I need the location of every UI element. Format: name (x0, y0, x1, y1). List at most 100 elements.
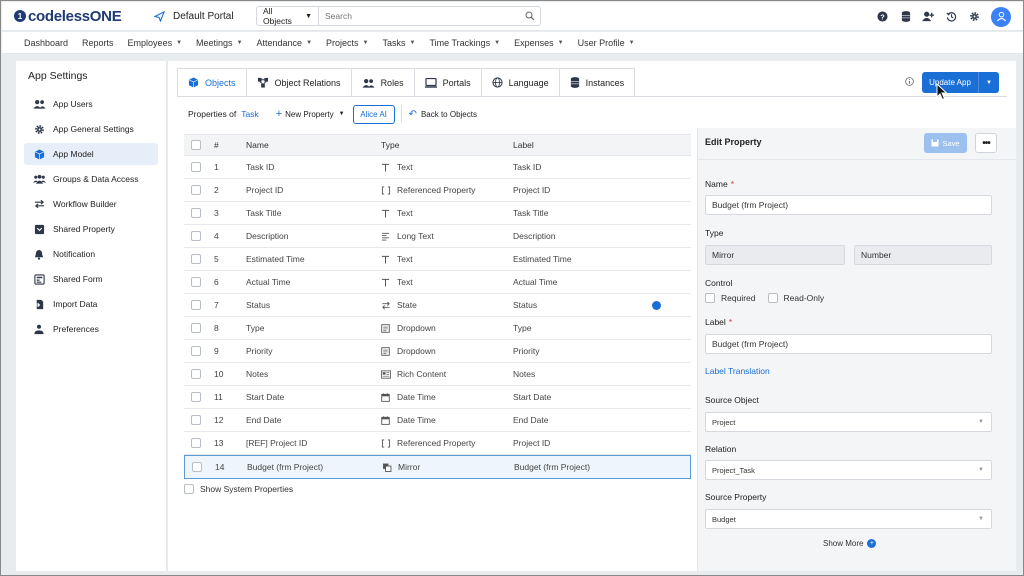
tab-portals[interactable]: Portals (414, 68, 482, 97)
table-row[interactable]: 4 Description Long Text Description (184, 225, 691, 248)
row-checkbox[interactable] (184, 185, 208, 195)
table-row[interactable]: 12 End Date Date Time End Date (184, 409, 691, 432)
sidebar-item-shared-form[interactable]: Shared Form (24, 268, 158, 290)
row-checkbox[interactable] (184, 369, 208, 379)
sidebar-item-app-users[interactable]: App Users (24, 93, 158, 115)
nav-item-user-profile[interactable]: User Profile ▼ (578, 38, 635, 48)
table-row[interactable]: 14 Budget (frm Project) Mirror Budget (frm … (184, 455, 691, 479)
state-icon (381, 301, 395, 310)
sidebar-item-shared-property[interactable]: Shared Property (24, 218, 158, 240)
table-header: # Name Type Label (184, 134, 691, 156)
sidebar-item-preferences[interactable]: Preferences (24, 318, 158, 340)
readonly-checkbox[interactable] (767, 293, 778, 303)
row-checkbox[interactable] (185, 462, 209, 472)
label-translation-link[interactable]: Label Translation (705, 366, 770, 376)
table-row[interactable]: 3 Task Title Text Task Title (184, 202, 691, 225)
row-checkbox[interactable] (184, 438, 208, 448)
row-checkbox[interactable] (184, 300, 208, 310)
tab-bar: Objects Object Relations Roles Portals Langu… (177, 68, 636, 97)
row-checkbox[interactable] (184, 162, 208, 172)
database-icon[interactable] (895, 6, 916, 27)
object-name-link[interactable]: Task (241, 109, 258, 119)
table-row[interactable]: 9 Priority Dropdown Priority (184, 340, 691, 363)
send-icon (154, 10, 165, 22)
tab-object-relations[interactable]: Object Relations (246, 68, 352, 97)
alice-ai-button[interactable]: Alice AI (352, 104, 395, 124)
divider (400, 105, 402, 123)
nav-item-label: Employees (127, 37, 173, 48)
source-property-select[interactable]: Budget ▼ (705, 509, 992, 529)
add-user-icon[interactable] (918, 6, 939, 27)
save-button[interactable]: Save (924, 133, 967, 153)
row-checkbox[interactable] (184, 346, 208, 356)
nav-item-expenses[interactable]: Expenses ▼ (514, 38, 563, 48)
nav-item-projects[interactable]: Projects ▼ (326, 38, 368, 48)
required-checkbox[interactable] (705, 293, 715, 303)
help-icon[interactable]: ? (872, 6, 893, 27)
table-row[interactable]: 11 Start Date Date Time Start Date (184, 386, 691, 409)
header-label[interactable]: Label (513, 140, 663, 150)
type-data-input: Number (854, 245, 992, 265)
table-row[interactable]: 8 Type Dropdown Type (184, 317, 691, 340)
nav-item-tasks[interactable]: Tasks ▼ (382, 38, 415, 48)
update-app-button[interactable]: Update App ▼ (922, 72, 999, 93)
row-checkbox[interactable] (184, 254, 208, 264)
row-type: Dropdown (381, 346, 513, 356)
portal-selector[interactable]: Default Portal (154, 10, 250, 22)
row-checkbox[interactable] (184, 415, 208, 425)
show-more-button[interactable]: Show More + (823, 539, 877, 548)
sidebar-item-workflow-builder[interactable]: Workflow Builder (24, 193, 158, 215)
row-label: Actual Time (513, 277, 558, 287)
nav-item-employees[interactable]: Employees ▼ (128, 38, 182, 48)
show-system-checkbox[interactable] (184, 484, 194, 494)
chevron-down-icon: ▼ (338, 111, 345, 117)
header-type[interactable]: Type (381, 140, 513, 150)
show-system-properties[interactable]: Show System Properties (184, 484, 293, 494)
table-row[interactable]: 1 Task ID Text Task ID (184, 156, 691, 179)
info-icon[interactable] (905, 77, 914, 88)
chevron-down-icon[interactable]: ▼ (979, 80, 999, 86)
row-label: Start Date (513, 392, 552, 402)
name-input[interactable]: Budget (frm Project) (705, 195, 992, 215)
sidebar-item-import-data[interactable]: Import Data (24, 293, 158, 315)
row-checkbox[interactable] (184, 392, 208, 402)
tab-objects[interactable]: Objects (177, 68, 247, 97)
gear-icon[interactable] (964, 6, 985, 27)
nav-item-time-trackings[interactable]: Time Trackings ▼ (429, 38, 500, 48)
source-object-select[interactable]: Project ▼ (705, 412, 992, 432)
search-icon[interactable] (520, 11, 540, 21)
table-row[interactable]: 7 Status State Status (184, 294, 691, 317)
header-name[interactable]: Name (246, 140, 381, 150)
row-checkbox[interactable] (184, 323, 208, 333)
history-icon[interactable] (941, 6, 962, 27)
select-all-checkbox[interactable] (184, 140, 208, 150)
logo[interactable]: 1 codelessONE (14, 8, 140, 25)
nav-item-meetings[interactable]: Meetings ▼ (196, 38, 242, 48)
tab-instances[interactable]: Instances (559, 68, 636, 97)
sidebar-item-app-model[interactable]: App Model (24, 143, 158, 165)
table-row[interactable]: 5 Estimated Time Text Estimated Time (184, 248, 691, 271)
nav-item-reports[interactable]: Reports (82, 38, 114, 48)
search-scope-dropdown[interactable]: All Objects ▼ (257, 6, 319, 26)
sidebar-item-app-general-settings[interactable]: App General Settings (24, 118, 158, 140)
table-row[interactable]: 6 Actual Time Text Actual Time (184, 271, 691, 294)
sidebar-item-groups-data-access[interactable]: Groups & Data Access (24, 168, 158, 190)
nav-item-dashboard[interactable]: Dashboard (24, 38, 68, 48)
tab-language[interactable]: Language (481, 68, 560, 97)
tab-roles[interactable]: Roles (351, 68, 415, 97)
row-checkbox[interactable] (184, 208, 208, 218)
relation-select[interactable]: Project_Task ▼ (705, 460, 992, 480)
new-property-button[interactable]: + New Property ▼ (276, 108, 345, 120)
avatar[interactable] (991, 6, 1011, 27)
table-row[interactable]: 2 Project ID Referenced Property Project ID (184, 179, 691, 202)
more-options-button[interactable]: ••• (975, 133, 997, 153)
search-input[interactable] (319, 11, 520, 21)
row-checkbox[interactable] (184, 231, 208, 241)
nav-item-attendance[interactable]: Attendance ▼ (257, 38, 313, 48)
label-input[interactable]: Budget (frm Project) (705, 334, 992, 354)
table-row[interactable]: 13 [REF] Project ID Referenced Property Pro… (184, 432, 691, 455)
row-checkbox[interactable] (184, 277, 208, 287)
table-row[interactable]: 10 Notes Rich Content Notes (184, 363, 691, 386)
back-to-objects-button[interactable]: ↶ Back to Objects (409, 109, 477, 120)
sidebar-item-notification[interactable]: Notification (24, 243, 158, 265)
